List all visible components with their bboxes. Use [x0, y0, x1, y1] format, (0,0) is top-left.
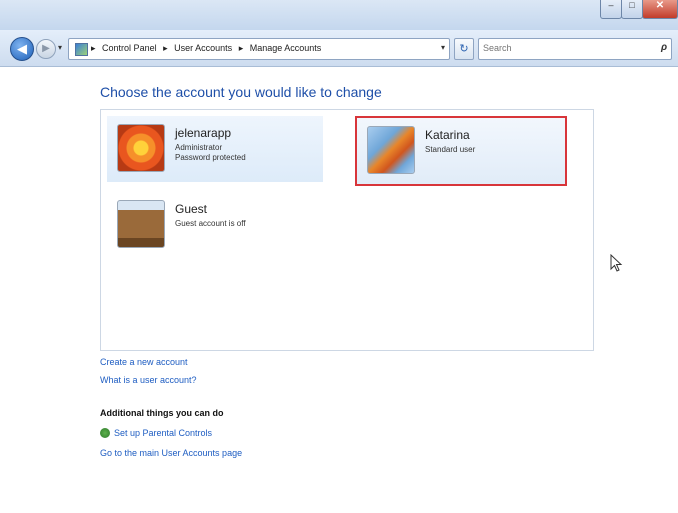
accounts-panel: jelenarapp Administrator Password protec… [100, 109, 594, 351]
minimize-button[interactable]: – [600, 0, 622, 19]
parental-controls-icon [100, 428, 110, 438]
chevron-down-icon: ▾ [58, 43, 63, 52]
control-panel-icon [75, 43, 88, 56]
mouse-pointer-icon [610, 254, 623, 272]
arrow-left-icon: ◀ [17, 41, 27, 56]
parental-controls-label: Set up Parental Controls [114, 428, 213, 438]
search-input[interactable] [483, 42, 643, 54]
main-content: Choose the account you would like to cha… [0, 67, 678, 513]
account-tile-katarina[interactable]: Katarina Standard user [355, 116, 567, 186]
arrow-right-icon: ▶ [42, 43, 50, 54]
account-name: Katarina [425, 128, 470, 142]
additional-section-title: Additional things you can do [100, 408, 224, 418]
account-status: Password protected [175, 153, 246, 162]
close-button[interactable]: ✕ [642, 0, 678, 19]
breadcrumb: ▸ Control Panel ▸ User Accounts ▸ Manage… [91, 43, 322, 53]
briefcase-picture-icon [117, 200, 165, 248]
forward-button[interactable]: ▶ [36, 39, 56, 59]
flower-picture-icon [117, 124, 165, 172]
refresh-button[interactable]: ↻ [454, 38, 474, 60]
account-type: Administrator [175, 143, 223, 152]
back-button[interactable]: ◀ [10, 37, 34, 61]
refresh-icon: ↻ [459, 43, 469, 55]
main-user-accounts-link[interactable]: Go to the main User Accounts page [100, 448, 242, 458]
account-tile-guest[interactable]: Guest Guest account is off [107, 192, 323, 258]
account-tile-jelenarapp[interactable]: jelenarapp Administrator Password protec… [107, 116, 323, 182]
parental-controls-link[interactable]: Set up Parental Controls [100, 428, 212, 438]
leaf-picture-icon [367, 126, 415, 174]
account-name: Guest [175, 202, 208, 216]
account-status: Guest account is off [175, 219, 246, 228]
account-type: Standard user [425, 145, 476, 154]
create-account-link[interactable]: Create a new account [100, 357, 188, 367]
what-is-user-account-link[interactable]: What is a user account? [100, 375, 197, 385]
search-icon[interactable]: ρ [661, 42, 667, 53]
breadcrumb-manage-accounts[interactable]: Manage Accounts [250, 43, 322, 53]
navigation-bar: ◀ ▶ ▾ ▸ Control Panel ▸ User Accounts ▸ … [0, 30, 678, 67]
account-name: jelenarapp [175, 126, 232, 140]
breadcrumb-user-accounts[interactable]: User Accounts [174, 43, 232, 53]
recent-pages-button[interactable]: ▾ [58, 43, 62, 52]
breadcrumb-control-panel[interactable]: Control Panel [102, 43, 157, 53]
title-bar: – □ ✕ [0, 0, 678, 30]
search-box[interactable]: ρ [478, 38, 672, 60]
address-dropdown-icon[interactable]: ▾ [441, 43, 445, 52]
address-bar[interactable]: ▸ Control Panel ▸ User Accounts ▸ Manage… [68, 38, 450, 60]
maximize-button[interactable]: □ [621, 0, 643, 19]
page-title: Choose the account you would like to cha… [100, 84, 382, 100]
